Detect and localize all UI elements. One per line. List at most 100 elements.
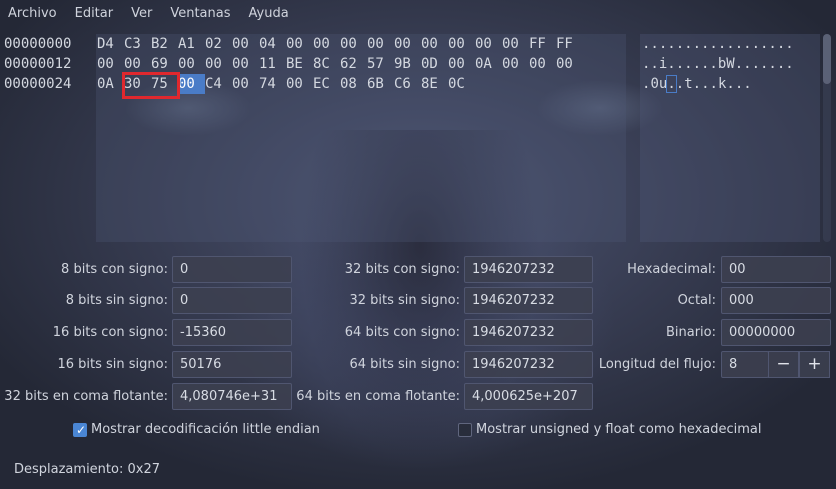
hex-byte[interactable]: 6B [367, 74, 394, 94]
hex-byte[interactable]: 00 [286, 34, 313, 54]
unsigned-hex-label: Mostrar unsigned y float como hexadecima… [476, 422, 762, 437]
stream-length-field[interactable]: 8 [721, 351, 769, 378]
hex-byte[interactable]: C4 [205, 74, 232, 94]
hex-byte[interactable]: 00 [394, 34, 421, 54]
float32-label: 32 bits en coma flotante: [4, 389, 168, 404]
hex-byte[interactable]: 00 [556, 54, 583, 74]
uint8-label: 8 bits sin signo: [65, 293, 168, 308]
ascii-row[interactable]: ..i......bW....... [642, 54, 794, 74]
hex-byte[interactable]: A1 [178, 34, 205, 54]
hex-byte[interactable]: 00 [124, 54, 151, 74]
hex-byte[interactable]: 00 [475, 34, 502, 54]
hex-byte[interactable]: 8E [421, 74, 448, 94]
hex-byte[interactable]: 69 [151, 54, 178, 74]
uint64-label: 64 bits sin signo: [349, 357, 460, 372]
hex-byte[interactable]: 00 [448, 34, 475, 54]
hex-byte[interactable]: 9B [394, 54, 421, 74]
int16-field[interactable]: -15360 [172, 319, 292, 346]
float64-label: 64 bits en coma flotante: [296, 389, 460, 404]
ascii-row[interactable]: .0u..t...k... [642, 74, 752, 94]
hex-view[interactable]: 00000000 D4 C3 B2 A1 02 00 04 00 00 00 00 00 00 00 00 00… [0, 34, 632, 242]
hex-byte[interactable]: 00 [232, 34, 259, 54]
hex-byte[interactable]: 00 [313, 34, 340, 54]
hex-byte[interactable]: 74 [259, 74, 286, 94]
hex-address: 00000024 [4, 76, 72, 92]
hex-byte[interactable]: 0A [475, 54, 502, 74]
hex-byte[interactable]: 00 [286, 74, 313, 94]
hex-byte[interactable]: 00 [178, 54, 205, 74]
hex-byte[interactable]: 0C [448, 74, 475, 94]
hex-byte[interactable]: 11 [259, 54, 286, 74]
hex-byte[interactable]: D4 [97, 34, 124, 54]
hex-byte[interactable]: 00 [529, 54, 556, 74]
int32-label: 32 bits con signo: [344, 262, 460, 277]
hex-byte[interactable]: 0D [421, 54, 448, 74]
hex-byte[interactable]: C3 [124, 34, 151, 54]
hex-byte[interactable]: 00 [502, 34, 529, 54]
binary-field[interactable]: 00000000 [721, 319, 831, 346]
selected-byte[interactable]: 00 [178, 74, 205, 94]
hex-scrollbar[interactable] [823, 34, 831, 242]
int16-label: 16 bits con signo: [52, 325, 168, 340]
hex-byte[interactable]: B2 [151, 34, 178, 54]
uint16-label: 16 bits sin signo: [57, 357, 168, 372]
hex-byte[interactable]: 0A [97, 74, 124, 94]
hex-byte[interactable]: 08 [340, 74, 367, 94]
hex-byte[interactable]: 62 [340, 54, 367, 74]
hex-byte[interactable]: 00 [502, 54, 529, 74]
int32-field[interactable]: 1946207232 [464, 256, 593, 283]
offset-status: Desplazamiento: 0x27 [14, 462, 160, 477]
uint16-field[interactable]: 50176 [172, 351, 292, 378]
int64-field[interactable]: 1946207232 [464, 319, 593, 346]
checkmark-icon: ✓ [76, 423, 87, 437]
hex-byte[interactable]: 02 [205, 34, 232, 54]
hex-byte[interactable]: 00 [232, 54, 259, 74]
float64-field[interactable]: 4,000625e+207 [464, 383, 593, 410]
hex-byte[interactable]: C6 [394, 74, 421, 94]
menu-bar: Archivo Editar Ver Ventanas Ayuda [0, 0, 836, 26]
hex-byte[interactable]: 00 [421, 34, 448, 54]
hex-byte[interactable]: 04 [259, 34, 286, 54]
scroll-thumb[interactable] [823, 34, 831, 84]
hex-label: Hexadecimal: [627, 262, 716, 277]
hex-byte[interactable]: 00 [340, 34, 367, 54]
ascii-view[interactable]: .................. ..i......bW....... .0u.… [640, 34, 820, 242]
menu-archivo[interactable]: Archivo [0, 6, 66, 21]
hex-row: 00000000 D4 C3 B2 A1 02 00 04 00 00 00 00 00 00 00 00 00… [4, 34, 583, 54]
stream-length-increment-button[interactable]: + [799, 351, 830, 378]
uint32-field[interactable]: 1946207232 [464, 287, 593, 314]
hex-field[interactable]: 00 [721, 256, 831, 283]
little-endian-checkbox[interactable]: ✓ [73, 423, 87, 437]
octal-label: Octal: [677, 293, 716, 308]
int8-field[interactable]: 0 [172, 256, 292, 283]
hex-address: 00000000 [4, 36, 72, 52]
hex-byte[interactable]: 57 [367, 54, 394, 74]
hex-byte[interactable]: FF [529, 34, 556, 54]
ascii-row[interactable]: .................. [642, 34, 794, 54]
uint64-field[interactable]: 1946207232 [464, 351, 593, 378]
hex-row: 00000012 00 00 69 00 00 00 11 BE 8C 62 57 9B 0D 00 0A 00… [4, 54, 583, 74]
hex-byte[interactable]: 00 [97, 54, 124, 74]
float32-field[interactable]: 4,080746e+31 [172, 383, 292, 410]
hex-byte[interactable]: 00 [232, 74, 259, 94]
hex-byte[interactable]: BE [286, 54, 313, 74]
hex-byte[interactable]: 00 [367, 34, 394, 54]
hex-byte[interactable]: EC [313, 74, 340, 94]
menu-ventanas[interactable]: Ventanas [161, 6, 239, 21]
hex-byte[interactable]: 00 [205, 54, 232, 74]
hex-byte[interactable]: FF [556, 34, 583, 54]
little-endian-label: Mostrar decodificación little endian [91, 422, 320, 437]
hex-byte[interactable]: 8C [313, 54, 340, 74]
int64-label: 64 bits con signo: [344, 325, 460, 340]
hex-address: 00000012 [4, 56, 72, 72]
uint8-field[interactable]: 0 [172, 287, 292, 314]
menu-ver[interactable]: Ver [122, 6, 161, 21]
int8-label: 8 bits con signo: [61, 262, 168, 277]
octal-field[interactable]: 000 [721, 287, 831, 314]
menu-ayuda[interactable]: Ayuda [240, 6, 298, 21]
hex-byte[interactable]: 00 [448, 54, 475, 74]
menu-editar[interactable]: Editar [66, 6, 123, 21]
unsigned-hex-checkbox[interactable] [458, 423, 472, 437]
hex-row: 00000024 0A 30 75 00 C4 00 74 00 EC 08 6B C6 8E 0C [4, 74, 475, 94]
stream-length-decrement-button[interactable]: − [768, 351, 799, 378]
